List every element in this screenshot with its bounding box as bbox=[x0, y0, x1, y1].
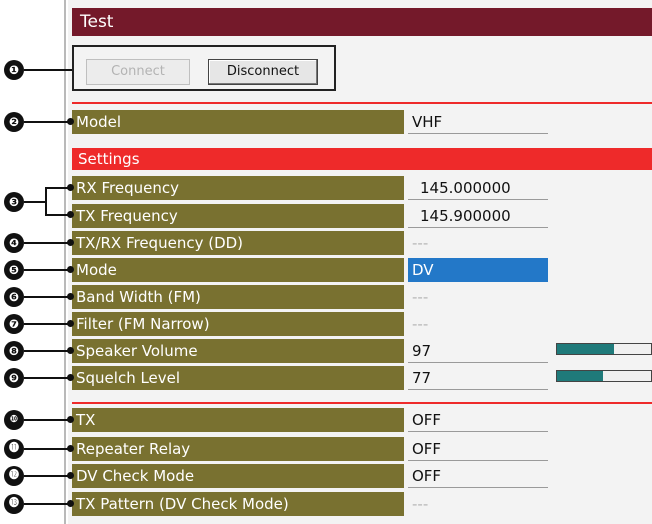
band-width-label: Band Width (FM) bbox=[72, 285, 404, 309]
callout-7-leader bbox=[24, 323, 70, 325]
callout-9-dot bbox=[67, 374, 74, 381]
settings-header: Settings bbox=[72, 148, 652, 170]
tx-frequency-label: TX Frequency bbox=[72, 204, 404, 228]
callout-12-leader bbox=[24, 475, 70, 477]
callout-3-dot-bottom bbox=[67, 211, 74, 218]
callout-2-icon: ❷ bbox=[4, 112, 24, 132]
callout-8-leader bbox=[24, 350, 70, 352]
callout-9-icon: ❾ bbox=[4, 368, 24, 388]
callout-5-icon: ❺ bbox=[4, 260, 24, 280]
rx-frequency-field[interactable]: 145.000000 bbox=[408, 176, 548, 200]
txrx-frequency-dd-field: --- bbox=[412, 234, 429, 252]
callout-13-leader bbox=[24, 503, 70, 505]
tx-pattern-label: TX Pattern (DV Check Mode) bbox=[72, 492, 404, 516]
dv-check-mode-label: DV Check Mode bbox=[72, 464, 404, 488]
model-divider bbox=[72, 102, 652, 104]
squelch-level-slider-fill bbox=[557, 371, 604, 381]
squelch-level-value: 77 bbox=[408, 366, 548, 390]
callout-13-dot bbox=[67, 500, 74, 507]
squelch-level-slider[interactable] bbox=[556, 370, 652, 382]
filter-field: --- bbox=[412, 315, 429, 333]
callout-13-icon: ⓭ bbox=[4, 494, 24, 514]
model-label: Model bbox=[72, 110, 404, 134]
callout-4-icon: ❹ bbox=[4, 233, 24, 253]
tx-frequency-field[interactable]: 145.900000 bbox=[408, 204, 548, 228]
title-bar: Test bbox=[72, 8, 652, 36]
callout-10-leader bbox=[24, 419, 70, 421]
repeater-relay-value[interactable]: OFF bbox=[408, 437, 548, 461]
callout-7-dot bbox=[67, 320, 74, 327]
tx-label: TX bbox=[72, 408, 404, 432]
callout-7-icon: ❼ bbox=[4, 314, 24, 334]
callout-6-leader bbox=[24, 296, 70, 298]
tx-pattern-field: --- bbox=[412, 495, 429, 513]
dv-check-mode-value[interactable]: OFF bbox=[408, 464, 548, 488]
panel-left-border bbox=[64, 0, 66, 524]
squelch-level-label: Squelch Level bbox=[72, 366, 404, 390]
callout-11-icon: ⓫ bbox=[4, 439, 24, 459]
callout-1-icon: ❶ bbox=[4, 60, 24, 80]
speaker-volume-slider-fill bbox=[557, 344, 615, 354]
filter-label: Filter (FM Narrow) bbox=[72, 312, 404, 336]
callout-3-dot-top bbox=[67, 184, 74, 191]
tx-divider bbox=[72, 402, 652, 404]
callout-8-dot bbox=[67, 347, 74, 354]
callout-6-dot bbox=[67, 293, 74, 300]
callout-1-leader bbox=[24, 69, 72, 71]
callout-3-bracket bbox=[45, 187, 47, 216]
txrx-frequency-dd-label: TX/RX Frequency (DD) bbox=[72, 231, 404, 255]
connection-button-group: Connect Disconnect bbox=[72, 45, 336, 91]
callout-9-leader bbox=[24, 377, 70, 379]
callout-5-dot bbox=[67, 266, 74, 273]
callout-6-icon: ❻ bbox=[4, 287, 24, 307]
callout-10-dot bbox=[67, 416, 74, 423]
speaker-volume-value: 97 bbox=[408, 339, 548, 363]
mode-label: Mode bbox=[72, 258, 404, 282]
speaker-volume-slider[interactable] bbox=[556, 343, 652, 355]
model-value: VHF bbox=[408, 110, 548, 134]
callout-4-leader bbox=[24, 242, 70, 244]
rx-frequency-label: RX Frequency bbox=[72, 176, 404, 200]
callout-5-leader bbox=[24, 269, 70, 271]
callout-4-dot bbox=[67, 239, 74, 246]
mode-select[interactable]: DV bbox=[408, 258, 548, 282]
callout-12-icon: ⓬ bbox=[4, 466, 24, 486]
callout-2-leader bbox=[24, 121, 70, 123]
callout-3-icon: ❸ bbox=[4, 192, 24, 212]
speaker-volume-label: Speaker Volume bbox=[72, 339, 404, 363]
callout-10-icon: ❿ bbox=[4, 410, 24, 430]
repeater-relay-label: Repeater Relay bbox=[72, 437, 404, 461]
tx-value[interactable]: OFF bbox=[408, 408, 548, 432]
disconnect-button[interactable]: Disconnect bbox=[208, 59, 318, 85]
callout-3-leader bbox=[24, 201, 46, 203]
callout-2-dot bbox=[67, 118, 74, 125]
band-width-field: --- bbox=[412, 288, 429, 306]
callout-8-icon: ❽ bbox=[4, 341, 24, 361]
callout-11-dot bbox=[67, 445, 74, 452]
callout-11-leader bbox=[24, 448, 70, 450]
connect-button[interactable]: Connect bbox=[86, 59, 190, 85]
callout-12-dot bbox=[67, 472, 74, 479]
